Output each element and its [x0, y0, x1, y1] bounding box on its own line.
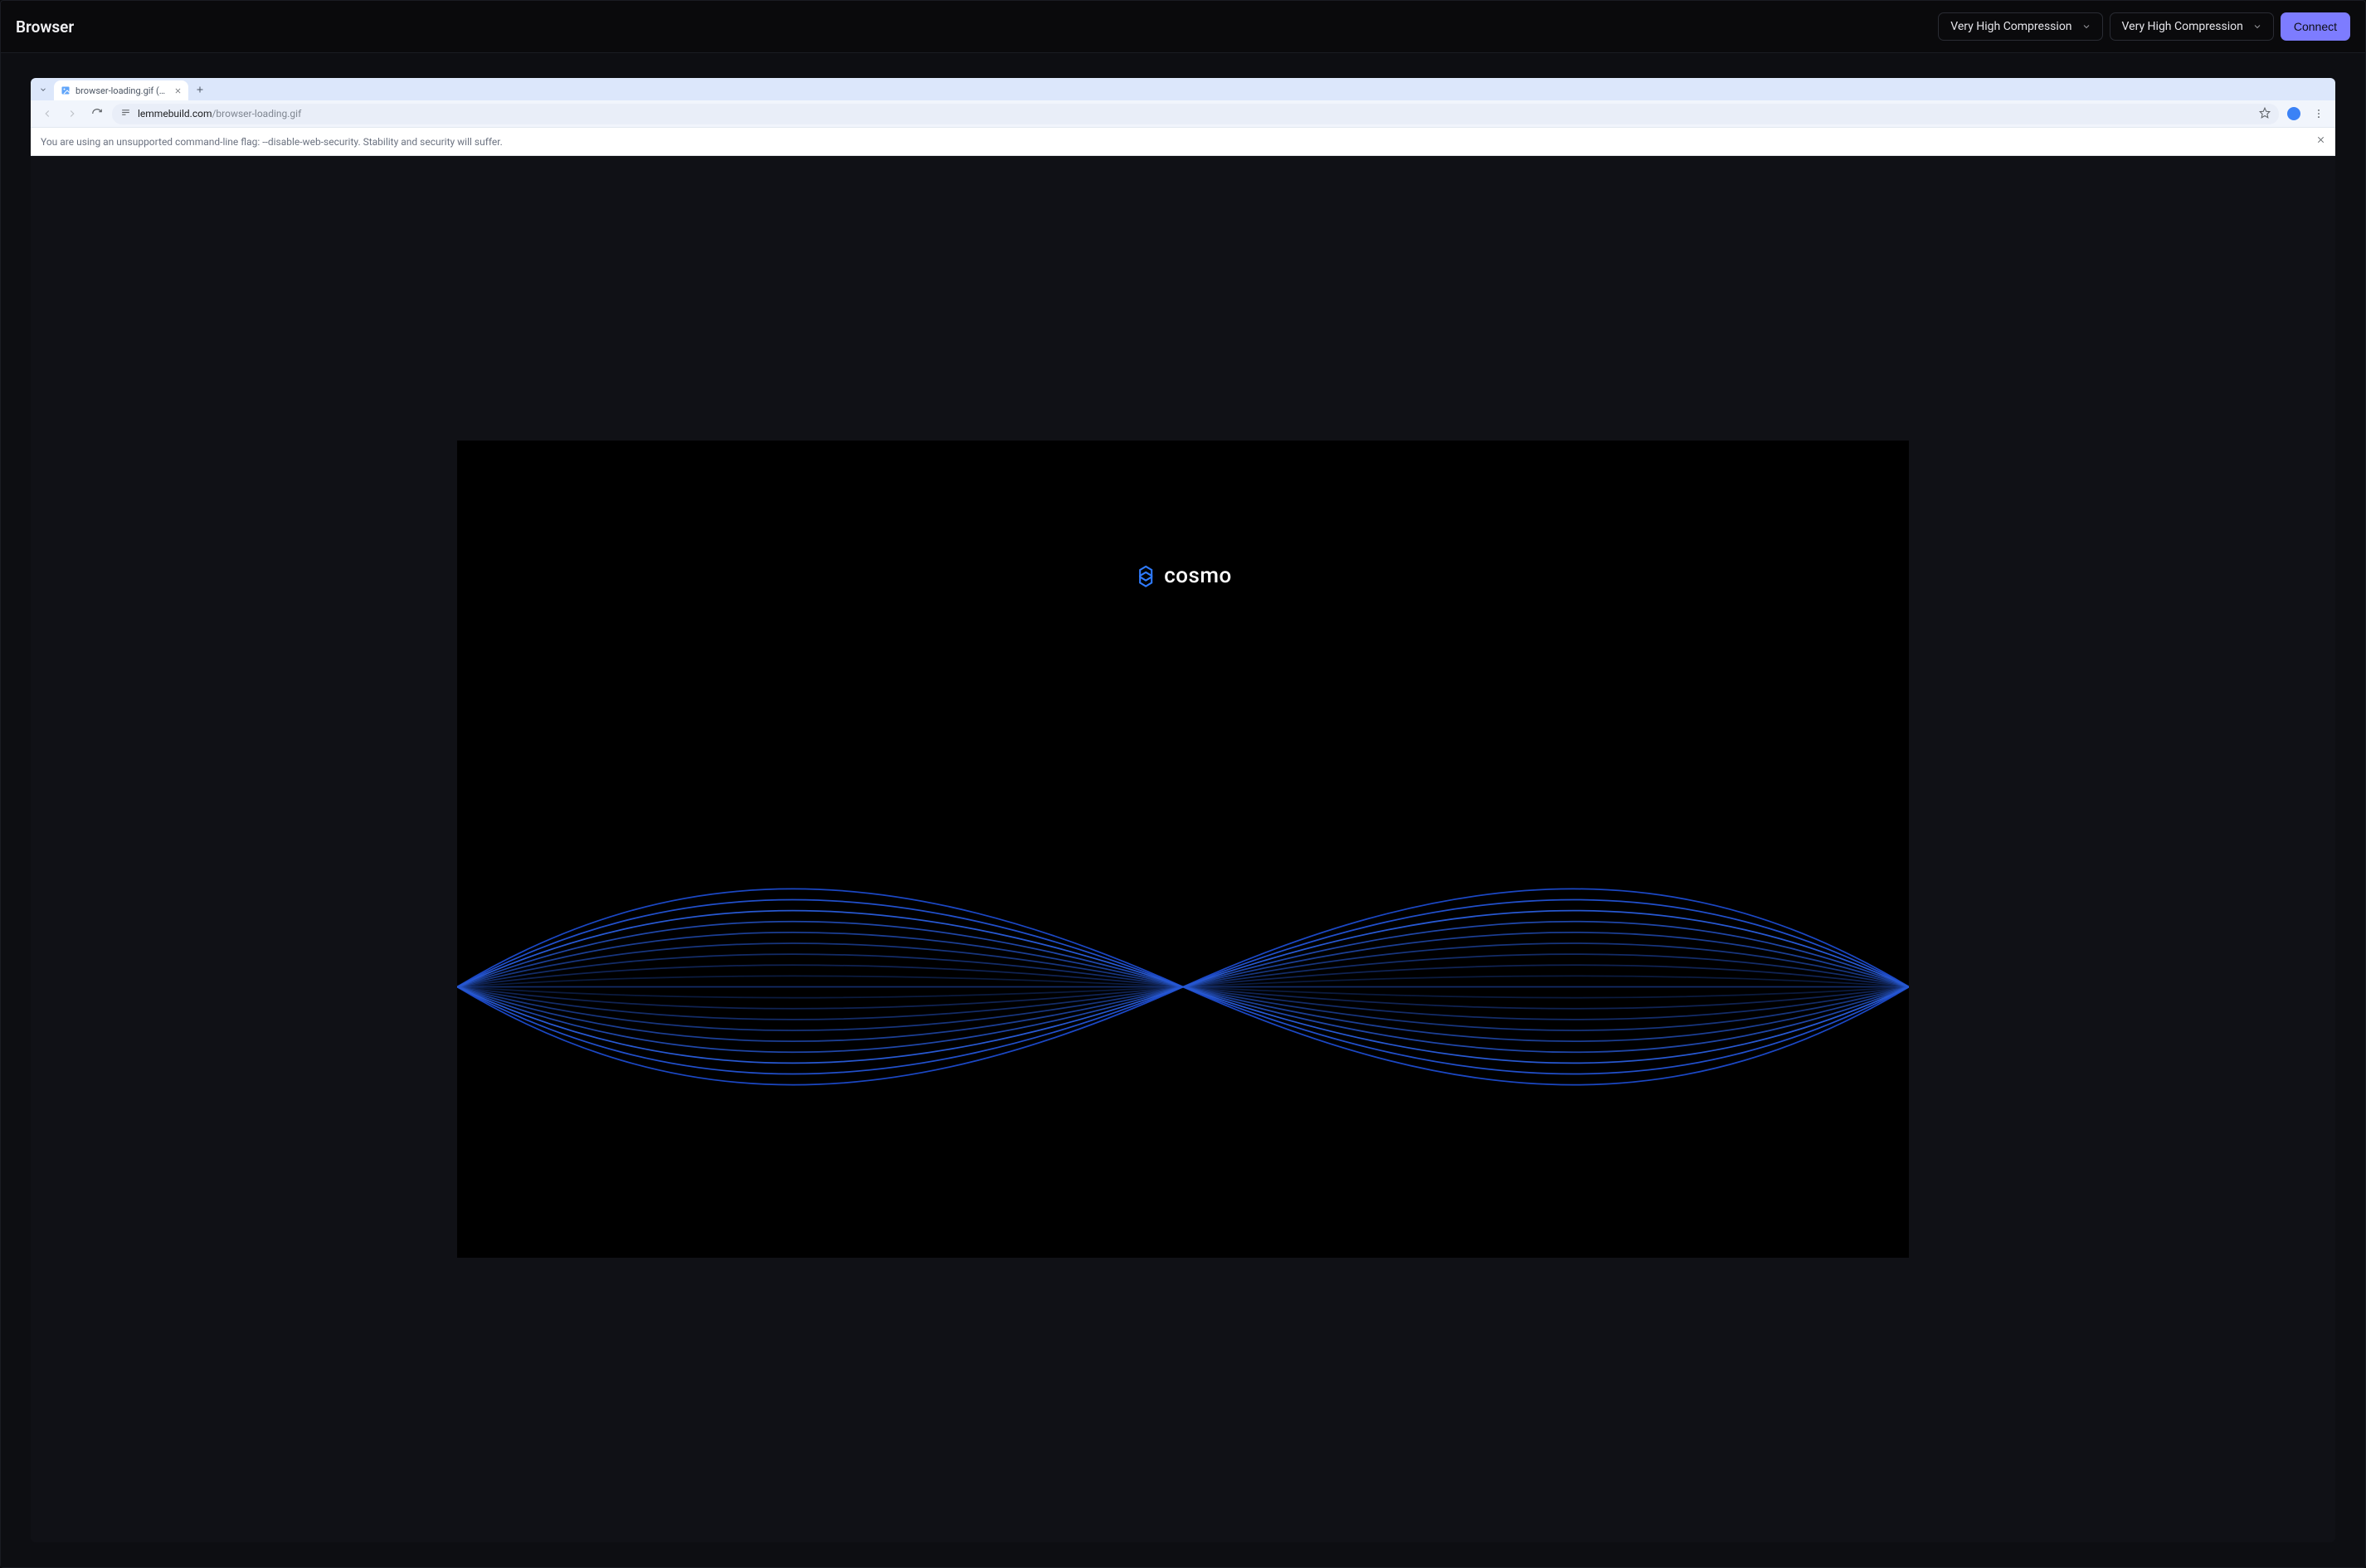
app-header: Browser Very High Compression Very High … — [1, 1, 2365, 53]
nav-back-button[interactable] — [37, 104, 57, 124]
address-bar[interactable]: lemmebuild.com/browser-loading.gif — [112, 104, 2279, 124]
cosmo-mark-icon — [1134, 564, 1157, 587]
reload-button[interactable] — [87, 104, 107, 124]
bookmark-star-icon[interactable] — [2259, 107, 2271, 121]
url-domain: lemmebuild.com — [138, 108, 212, 119]
cosmo-logo: cosmo — [1134, 563, 1232, 588]
browser-stage: browser-loading.gif (128… — [1, 53, 2365, 1567]
compression-select-2-label: Very High Compression — [2122, 20, 2243, 33]
nav-forward-button[interactable] — [62, 104, 82, 124]
tab-title: browser-loading.gif (128… — [75, 85, 167, 96]
url-path: /browser-loading.gif — [212, 108, 301, 119]
chrome-toolbar: lemmebuild.com/browser-loading.gif — [31, 100, 2335, 128]
chrome-infobar: You are using an unsupported command-lin… — [31, 128, 2335, 156]
page-viewport: cosmo — [31, 156, 2335, 1542]
compression-select-1[interactable]: Very High Compression — [1938, 12, 2102, 41]
chrome-menu-button[interactable] — [2309, 104, 2329, 124]
connect-button[interactable]: Connect — [2281, 12, 2350, 41]
chrome-tabstrip: browser-loading.gif (128… — [31, 78, 2335, 100]
infobar-message: You are using an unsupported command-lin… — [41, 136, 503, 148]
compression-select-2[interactable]: Very High Compression — [2110, 12, 2274, 41]
cosmo-logo-text: cosmo — [1164, 563, 1232, 588]
loading-image: cosmo — [457, 441, 1909, 1257]
compression-select-1-label: Very High Compression — [1950, 20, 2071, 33]
tab-close-button[interactable] — [172, 85, 183, 96]
chevron-down-icon — [2252, 21, 2263, 32]
site-info-icon[interactable] — [120, 107, 131, 120]
app-title: Browser — [16, 17, 74, 37]
new-tab-button[interactable] — [191, 80, 209, 99]
browser-tab[interactable]: browser-loading.gif (128… — [54, 80, 188, 100]
chevron-down-icon — [2081, 21, 2092, 32]
avatar-icon — [2287, 107, 2300, 120]
profile-button[interactable] — [2284, 104, 2304, 124]
tab-search-button[interactable] — [35, 81, 51, 98]
wave-graphic — [457, 798, 1909, 1176]
infobar-close-button[interactable] — [2316, 135, 2325, 148]
chrome-window: browser-loading.gif (128… — [31, 78, 2335, 1542]
image-favicon-icon — [61, 85, 71, 95]
